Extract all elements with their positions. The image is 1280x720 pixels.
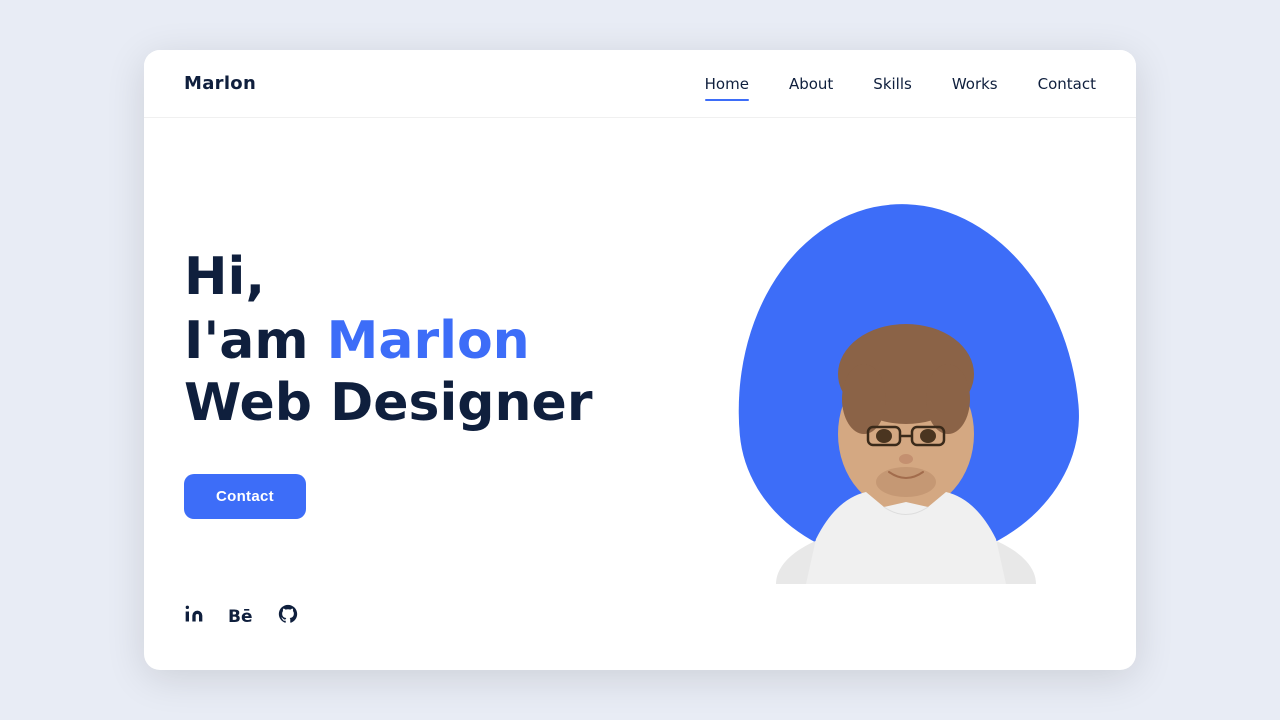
nav-item-works[interactable]: Works	[952, 74, 998, 93]
hero-greeting: Hi,	[184, 249, 684, 306]
hero-name: Marlon	[327, 311, 530, 371]
github-icon[interactable]	[277, 603, 299, 630]
nav-item-contact[interactable]: Contact	[1038, 74, 1096, 93]
social-icons: Bē	[184, 603, 299, 630]
hero-intro-text: I'am	[184, 311, 327, 371]
nav-item-about[interactable]: About	[789, 74, 833, 93]
hero-text: Hi, I'am Marlon Web Designer Contact	[184, 249, 684, 520]
nav-links: Home About Skills Works Contact	[705, 74, 1096, 93]
nav-link-about[interactable]: About	[789, 75, 833, 97]
contact-button[interactable]: Contact	[184, 474, 306, 519]
linkedin-icon[interactable]	[184, 604, 204, 629]
brand-name[interactable]: Marlon	[184, 73, 256, 94]
nav-link-skills[interactable]: Skills	[873, 75, 912, 97]
nav-item-home[interactable]: Home	[705, 74, 749, 93]
nav-link-works[interactable]: Works	[952, 75, 998, 97]
hero-intro: I'am Marlon	[184, 310, 684, 372]
nav-item-skills[interactable]: Skills	[873, 74, 912, 93]
person-svg	[756, 244, 1056, 584]
navbar: Marlon Home About Skills Works Contact	[144, 50, 1136, 118]
nav-link-contact[interactable]: Contact	[1038, 75, 1096, 97]
behance-icon[interactable]: Bē	[228, 607, 253, 627]
hero-role: Web Designer	[184, 372, 684, 434]
hero-image-area	[716, 158, 1096, 630]
blob-container	[726, 204, 1086, 584]
person-image	[756, 234, 1056, 584]
browser-window: Marlon Home About Skills Works Contact H…	[144, 50, 1136, 670]
nav-link-home[interactable]: Home	[705, 75, 749, 97]
main-content: Hi, I'am Marlon Web Designer Contact	[144, 118, 1136, 670]
